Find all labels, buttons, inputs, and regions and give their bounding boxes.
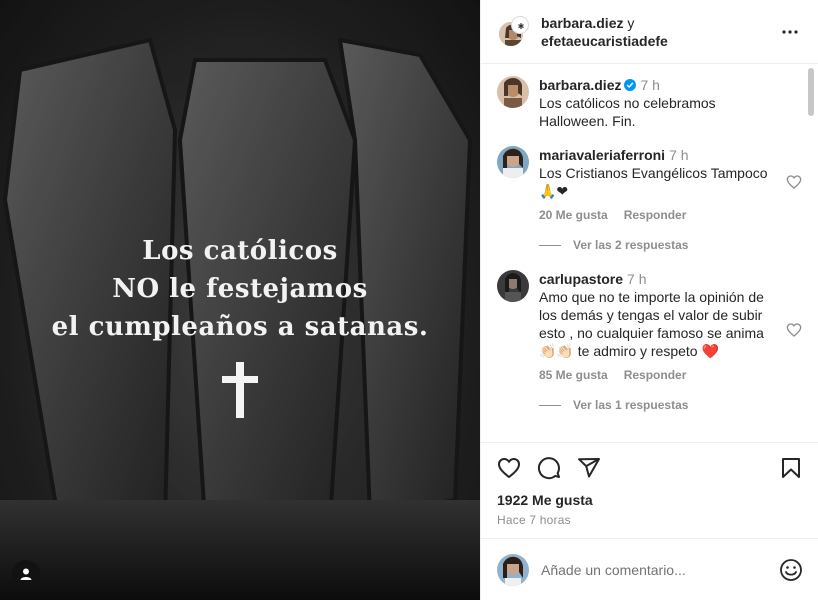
caption-username[interactable]: barbara.diez bbox=[539, 77, 621, 93]
comment-text: Los Cristianos Evangélicos Tampoco 🙏❤ bbox=[539, 165, 768, 199]
cross-icon bbox=[222, 362, 258, 418]
share-icon[interactable] bbox=[577, 456, 601, 480]
header-avatars[interactable]: ✱ bbox=[497, 15, 529, 48]
comment-time: 7 h bbox=[669, 147, 689, 163]
post-timestamp: Hace 7 horas bbox=[497, 513, 571, 527]
overlay-line-2: NO le festejamos bbox=[112, 274, 368, 304]
reply-button[interactable]: Responder bbox=[624, 208, 687, 222]
comment-text: Amo que no te importe la opinión de los … bbox=[539, 289, 764, 359]
user-tag-icon[interactable] bbox=[12, 560, 40, 588]
caption-text: Los católicos no celebramos Halloween. F… bbox=[539, 95, 716, 129]
comment-likes[interactable]: 85 Me gusta bbox=[539, 368, 608, 382]
header-user1[interactable]: barbara.diez bbox=[541, 15, 623, 31]
add-comment-bar bbox=[481, 538, 818, 600]
heart-icon[interactable] bbox=[497, 456, 521, 480]
comment-likes[interactable]: 20 Me gusta bbox=[539, 208, 608, 222]
verified-badge-icon bbox=[624, 79, 637, 91]
header-user2[interactable]: efetaeucaristiadefe bbox=[541, 33, 668, 49]
action-bar: 1922 Me gusta Hace 7 horas bbox=[481, 442, 818, 527]
comment-username[interactable]: carlupastore bbox=[539, 271, 623, 287]
avatar[interactable] bbox=[497, 146, 529, 178]
emoji-icon[interactable] bbox=[779, 558, 803, 582]
reply-button[interactable]: Responder bbox=[624, 368, 687, 382]
header-usernames: barbara.diez y efetaeucaristiadefe bbox=[541, 14, 778, 50]
instagram-post-modal: Los católicos NO le festejamos el cumple… bbox=[0, 0, 818, 600]
post-image[interactable]: Los católicos NO le festejamos el cumple… bbox=[0, 0, 480, 600]
avatar[interactable] bbox=[497, 76, 529, 108]
heart-icon[interactable] bbox=[786, 174, 802, 190]
comment-input[interactable] bbox=[541, 561, 779, 578]
overlay-line-3: el cumpleaños a satanas. bbox=[51, 312, 429, 342]
more-horizontal-icon[interactable] bbox=[778, 20, 802, 44]
avatar bbox=[497, 553, 529, 586]
view-replies-label: Ver las 1 respuestas bbox=[573, 398, 689, 412]
comment-item: mariavaleriaferroni 7 h Los Cristianos Ev… bbox=[497, 146, 802, 222]
comments-list: barbara.diez 7 h Los católicos no celebra… bbox=[481, 64, 818, 442]
caption-time: 7 h bbox=[640, 77, 660, 93]
caption: barbara.diez 7 h Los católicos no celebra… bbox=[497, 76, 802, 130]
svg-text:✱: ✱ bbox=[518, 22, 525, 31]
likes-count[interactable]: 1922 Me gusta bbox=[497, 491, 803, 509]
header-conjunction: y bbox=[623, 14, 635, 31]
heart-icon[interactable] bbox=[786, 322, 802, 338]
avatar[interactable] bbox=[497, 270, 529, 302]
view-replies-label: Ver las 2 respuestas bbox=[573, 238, 689, 252]
avatar: ✱ bbox=[511, 15, 529, 34]
comment-item: carlupastore 7 h Amo que no te importe la… bbox=[497, 270, 802, 382]
post-header: ✱ barbara.diez y efetaeucaristiadefe bbox=[481, 0, 818, 64]
scrollbar[interactable] bbox=[808, 68, 814, 116]
view-replies-button[interactable]: Ver las 1 respuestas bbox=[539, 398, 802, 412]
overlay-line-1: Los católicos bbox=[142, 236, 338, 266]
post-side-panel: ✱ barbara.diez y efetaeucaristiadefe bar… bbox=[480, 0, 818, 600]
bookmark-icon[interactable] bbox=[779, 456, 803, 480]
view-replies-button[interactable]: Ver las 2 respuestas bbox=[539, 238, 802, 252]
comment-icon[interactable] bbox=[537, 456, 561, 480]
comment-username[interactable]: mariavaleriaferroni bbox=[539, 147, 665, 163]
comment-time: 7 h bbox=[627, 271, 647, 287]
